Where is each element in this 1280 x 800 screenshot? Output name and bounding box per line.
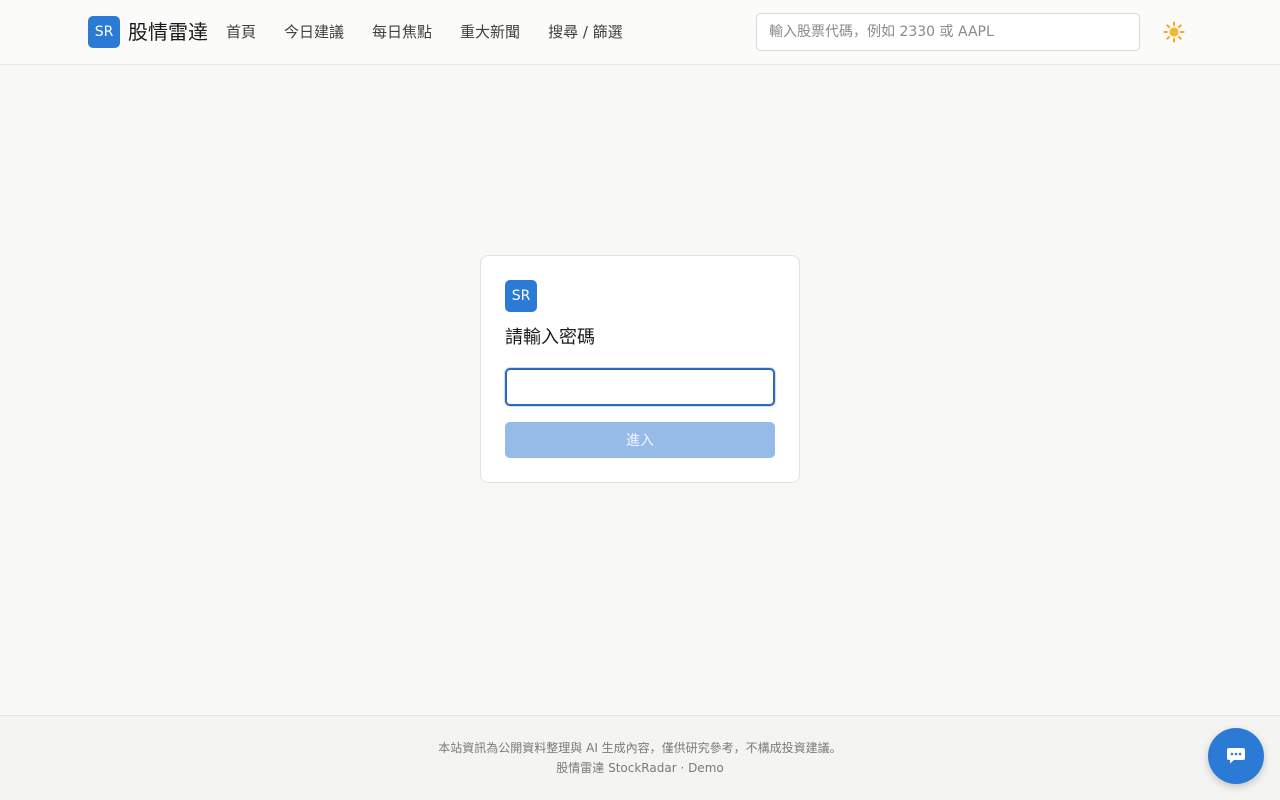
password-input[interactable] (505, 368, 775, 406)
sun-icon (1163, 21, 1185, 43)
footer-credit: 股情雷達 StockRadar · Demo (556, 761, 724, 775)
stock-search-input[interactable] (756, 13, 1140, 51)
login-card: SR 請輸入密碼 進入 (480, 255, 800, 483)
brand-name[interactable]: 股情雷達 (128, 19, 208, 45)
nav-home[interactable]: 首頁 (226, 21, 256, 43)
logo-badge[interactable]: SR (88, 16, 120, 48)
card-logo-text: SR (511, 288, 531, 304)
card-logo-badge: SR (505, 280, 537, 312)
nav-search-filter[interactable]: 搜尋 / 篩選 (548, 21, 623, 43)
theme-toggle-button[interactable] (1162, 20, 1186, 44)
top-header: SR 股情雷達 首頁 今日建議 每日焦點 重大新聞 搜尋 / 篩選 (0, 0, 1280, 65)
logo-text: SR (94, 24, 114, 40)
nav-daily-focus[interactable]: 每日焦點 (372, 21, 432, 43)
enter-button[interactable]: 進入 (505, 422, 775, 458)
login-title: 請輸入密碼 (505, 327, 595, 348)
chat-bubble-icon (1227, 748, 1245, 764)
footer-disclaimer: 本站資訊為公開資料整理與 AI 生成內容，僅供研究參考，不構成投資建議。 (438, 741, 842, 755)
main-nav: 首頁 今日建議 每日焦點 重大新聞 搜尋 / 篩選 (226, 21, 623, 43)
nav-major-news[interactable]: 重大新聞 (460, 21, 520, 43)
footer: 本站資訊為公開資料整理與 AI 生成內容，僅供研究參考，不構成投資建議。 股情雷… (0, 715, 1280, 800)
chat-button[interactable] (1208, 728, 1264, 784)
nav-today-suggestions[interactable]: 今日建議 (284, 21, 344, 43)
